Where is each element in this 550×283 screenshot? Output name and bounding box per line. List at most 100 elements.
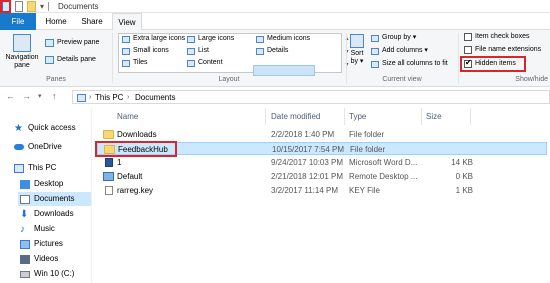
crumb-documents[interactable]: Documents [135, 92, 175, 104]
nav-label: Quick access [28, 123, 76, 132]
size-all-columns-button[interactable]: Size all columns to fit [371, 59, 448, 69]
desktop-folder-icon [20, 179, 30, 189]
address-row: ← → ▾ ↑ › This PC › Documents [0, 88, 550, 106]
recent-locations-icon[interactable]: ▾ [38, 92, 42, 100]
small-icons-label: Small icons [133, 47, 169, 54]
column-divider[interactable] [470, 108, 471, 125]
this-pc-icon [77, 94, 86, 102]
column-header-name[interactable]: Name [117, 112, 138, 121]
preview-pane-button[interactable]: Preview pane [45, 38, 99, 48]
preview-pane-icon [45, 39, 54, 47]
column-header-size[interactable]: Size [426, 112, 442, 121]
nav-win10-drive[interactable]: Win 10 (C:) [20, 267, 74, 281]
layout-large-icons[interactable]: Large icons [187, 34, 234, 44]
folder-icon [103, 130, 114, 139]
medium-icons-label: Medium icons [267, 35, 311, 42]
tab-view[interactable]: View [112, 13, 142, 31]
layout-tiles[interactable]: Tiles [122, 58, 148, 68]
details-pane-button[interactable]: Details pane [45, 55, 96, 65]
nav-label: Documents [34, 194, 75, 203]
file-name-extensions-label: File name extensions [475, 46, 542, 53]
column-header-type[interactable]: Type [349, 112, 366, 121]
extra-large-icons-icon [122, 35, 130, 43]
crumb-this-pc[interactable]: This PC [95, 92, 123, 104]
nav-quick-access[interactable]: ★ Quick access [14, 121, 76, 135]
sort-by-label-1: Sort [350, 50, 364, 57]
add-columns-button[interactable]: Add columns ▾ [371, 46, 428, 56]
layout-list[interactable]: List [187, 46, 209, 56]
file-row-1[interactable]: 1 9/24/2017 10:03 PM Microsoft Word D...… [97, 156, 547, 169]
address-bar[interactable]: › This PC › Documents [72, 90, 550, 104]
chevron-right-icon[interactable]: › [127, 92, 129, 104]
file-row-default[interactable]: Default 2/21/2018 12:01 PM Remote Deskto… [97, 170, 547, 183]
file-icon [105, 186, 113, 195]
up-arrow-icon[interactable]: ↑ [52, 91, 57, 101]
size-all-columns-label: Size all columns to fit [382, 60, 448, 67]
nav-videos[interactable]: Videos [20, 252, 58, 266]
tab-share[interactable]: Share [74, 13, 110, 30]
nav-desktop[interactable]: Desktop [20, 177, 63, 191]
layout-details[interactable]: Details [256, 46, 288, 56]
layout-content[interactable]: Content [187, 58, 223, 68]
file-row-rarreg-key[interactable]: rarreg.key 3/2/2017 11:14 PM KEY File 1 … [97, 184, 547, 197]
drive-icon [20, 270, 30, 278]
current-view-group-label: Current view [382, 76, 422, 83]
item-check-boxes-toggle[interactable]: Item check boxes [464, 32, 529, 42]
large-icons-label: Large icons [198, 35, 235, 42]
chevron-right-icon[interactable]: › [89, 92, 91, 104]
file-name: Downloads [117, 130, 157, 139]
details-label: Details [267, 47, 289, 54]
file-type: KEY File [349, 186, 380, 195]
layout-medium-icons[interactable]: Medium icons [256, 34, 310, 44]
nav-downloads[interactable]: ⬇ Downloads [20, 207, 74, 221]
tiles-icon [122, 59, 130, 67]
file-name-extensions-checkbox[interactable] [464, 46, 472, 54]
nav-label: Desktop [34, 179, 64, 188]
nav-pictures[interactable]: Pictures [20, 237, 63, 251]
file-date: 3/2/2017 11:14 PM [271, 186, 339, 195]
sort-by-label-2: by ▾ [350, 58, 364, 65]
nav-label: Win 10 (C:) [34, 269, 75, 278]
column-header-date-modified[interactable]: Date modified [271, 112, 320, 121]
tab-file[interactable]: File [0, 13, 36, 30]
file-type: File folder [350, 145, 386, 154]
content-label: Content [198, 59, 223, 66]
details-pane-label: Details pane [57, 56, 96, 63]
forward-arrow-icon[interactable]: → [22, 91, 31, 101]
pictures-folder-icon [20, 239, 30, 249]
nav-label: Pictures [34, 239, 63, 248]
tab-home[interactable]: Home [38, 13, 74, 30]
column-divider[interactable] [344, 108, 345, 125]
file-row-downloads[interactable]: Downloads 2/2/2018 1:40 PM File folder [97, 128, 547, 141]
window-title: Documents [58, 2, 99, 11]
properties-icon[interactable] [15, 1, 23, 12]
nav-this-pc[interactable]: This PC [14, 161, 56, 175]
file-list: Name Date modified Type Size Downloads 2… [93, 108, 550, 283]
layout-small-icons[interactable]: Small icons [122, 46, 169, 56]
group-by-button[interactable]: Group by ▾ [371, 33, 416, 43]
new-folder-icon[interactable] [27, 1, 36, 12]
navigation-pane-label-1: Navigation [5, 54, 39, 61]
sort-by-button[interactable]: Sort by ▾ [348, 34, 366, 66]
file-name: 1 [117, 158, 122, 167]
title-bar: ▾ Documents [0, 0, 550, 13]
item-check-boxes-checkbox[interactable] [464, 33, 472, 41]
navigation-pane-button[interactable]: Navigation pane [3, 34, 41, 70]
preview-pane-label: Preview pane [57, 39, 100, 46]
column-divider[interactable] [421, 108, 422, 125]
file-name-extensions-toggle[interactable]: File name extensions [464, 45, 541, 55]
navigation-pane-icon [13, 34, 31, 52]
back-arrow-icon[interactable]: ← [6, 91, 15, 101]
nav-onedrive[interactable]: OneDrive [14, 140, 62, 154]
layout-extra-large-icons[interactable]: Extra large icons [122, 34, 185, 44]
customize-toolbar-icon[interactable]: ▾ [40, 0, 44, 13]
word-document-icon [105, 158, 113, 167]
highlight-outline [0, 0, 11, 13]
music-folder-icon: ♪ [20, 223, 25, 235]
nav-documents[interactable]: Documents [18, 192, 91, 206]
nav-music[interactable]: ♪ Music [20, 222, 55, 236]
feedbackhub-highlight [95, 141, 177, 157]
nav-label: OneDrive [28, 142, 62, 151]
column-divider[interactable] [265, 108, 266, 125]
file-date: 2/2/2018 1:40 PM [271, 130, 335, 139]
